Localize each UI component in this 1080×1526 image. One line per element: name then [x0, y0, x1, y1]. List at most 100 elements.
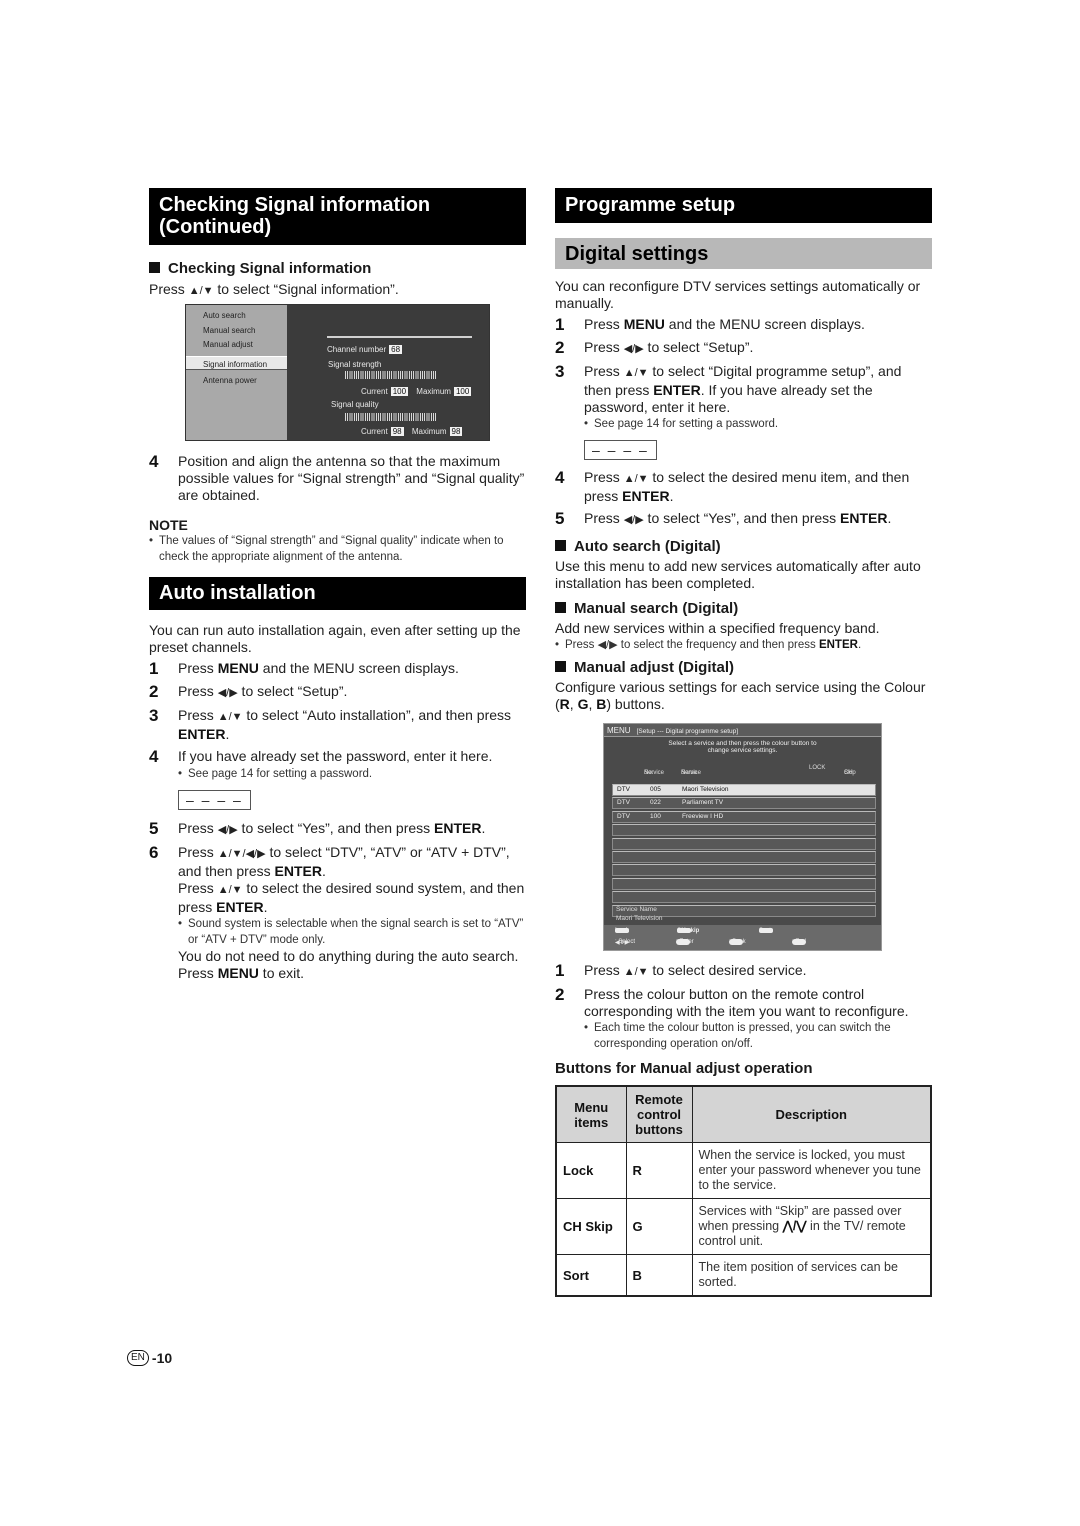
digital-step-3: 3 Press ▲/▼ to select “Digital programme…: [555, 362, 902, 416]
green-button-icon: [677, 928, 691, 933]
empty-service-row: [612, 891, 876, 904]
auto-search-digital-text: Use this menu to add new services automa…: [555, 558, 921, 591]
blue-button-icon: [759, 928, 773, 933]
digital-step-5: 5 Press ◀/▶ to select “Yes”, and then pr…: [555, 509, 892, 528]
up-down-arrow-icon: ▲/▼: [217, 711, 243, 723]
page-number: EN -10: [127, 1350, 172, 1366]
signal-strength-values: Current 100 Maximum 100: [361, 387, 472, 396]
square-bullet-icon: [555, 540, 566, 551]
menu-item-manual-search[interactable]: Manual search: [186, 323, 287, 338]
auto-installation-intro: You can run auto installation again, eve…: [149, 622, 521, 655]
signal-quality-label: Signal quality: [331, 400, 379, 409]
digital-programme-setup-screen: MENU [Setup --- Digital programme setup] …: [603, 723, 882, 951]
osd-header: MENU [Setup --- Digital programme setup]: [604, 724, 881, 737]
table-row: CH Skip G Services with “Skip” are passe…: [555, 1198, 932, 1255]
red-lock-key[interactable]: Lock: [615, 928, 629, 934]
auto-step-6-tail: You do not need to do anything during th…: [178, 948, 519, 981]
auto-step-4-bullet: • See page 14 for setting a password.: [178, 768, 373, 780]
manual-search-bullet: • Press ◀/▶ to select the frequency and t…: [555, 639, 862, 651]
red-button-icon: [615, 928, 629, 933]
signal-quality-bar: [345, 413, 437, 421]
auto-step-6-bullet: • Sound system is selectable when the sig…: [178, 918, 524, 946]
menu-item-signal-information[interactable]: Signal information: [186, 355, 287, 370]
auto-installation-banner: Auto installation: [149, 577, 526, 610]
menu-item-cell: Sort: [555, 1254, 627, 1297]
digital-step-4: 4 Press ▲/▼ to select the desired menu i…: [555, 468, 910, 505]
menu-item-manual-adjust[interactable]: Manual adjust: [186, 337, 287, 352]
adjust-step-1: 1 Press ▲/▼ to select desired service.: [555, 961, 807, 980]
service-list: DTV 005 Maori Television DTV 022 Parliam…: [612, 784, 876, 918]
password-field[interactable]: – – – –: [584, 440, 657, 460]
description-cell: The item position of services can be sor…: [691, 1254, 932, 1297]
description-cell: When the service is locked, you must ent…: [691, 1142, 932, 1199]
note-bullet: • The values of “Signal strength” and “Si…: [149, 535, 504, 563]
note-label: NOTE: [149, 517, 188, 533]
manual-adjust-buttons-table: Menu items Remote control buttons Descri…: [555, 1085, 932, 1297]
empty-service-row: [612, 877, 876, 890]
empty-service-row: [612, 850, 876, 863]
auto-step-5: 5 Press ◀/▶ to select “Yes”, and then pr…: [149, 819, 486, 838]
menu-item-antenna-power[interactable]: Antenna power: [186, 373, 287, 388]
empty-service-row: [612, 837, 876, 850]
breadcrumb: [Setup --- Digital programme setup]: [636, 728, 739, 735]
empty-service-row: [612, 824, 876, 837]
left-right-arrow-icon: ◀/▶: [623, 514, 644, 526]
col-menu-items: Menu items: [555, 1085, 627, 1143]
service-row[interactable]: DTV 100 Freeview I HD: [612, 810, 876, 823]
signal-info-instruction: Press ▲/▼ to select “Signal information”…: [149, 281, 399, 297]
blue-sort-key[interactable]: Sort: [759, 928, 773, 934]
manual-adjust-digital-head: Manual adjust (Digital): [555, 659, 932, 677]
digital-step-1: 1 Press MENU and the MENU screen display…: [555, 315, 865, 334]
digital-step-2: 2 Press ◀/▶ to select “Setup”.: [555, 338, 754, 357]
up-down-arrow-icon: ▲/▼: [217, 884, 243, 896]
table-row: Lock R When the service is locked, you m…: [555, 1142, 932, 1199]
channel-number: Channel number 68: [327, 345, 403, 354]
square-bullet-icon: [555, 602, 566, 613]
osd-footer: Lock CH skip Sort ◀⇕▶ : Select : Enter :…: [604, 925, 881, 950]
up-down-arrow-icon: ▲/▼: [188, 285, 214, 297]
up-down-arrow-icon: ▲/▼: [623, 367, 649, 379]
col-description: Description: [691, 1085, 932, 1143]
signal-info-banner: Checking Signal information (Continued): [149, 188, 526, 245]
signal-information-screen: Auto search Manual search Manual adjust …: [185, 304, 490, 441]
channel-up-down-icon: ⋀/⋁: [782, 1219, 807, 1233]
button-cell: B: [625, 1254, 693, 1297]
signal-info-subhead: Checking Signal information: [149, 260, 526, 278]
adjust-step-2-bullet: • Each time the colour button is pressed,…: [584, 1022, 891, 1050]
menu-item-auto-search[interactable]: Auto search: [186, 308, 287, 323]
osd-instruction: Select a service and then press the colo…: [668, 740, 817, 754]
description-cell: Services with “Skip” are passed over whe…: [691, 1198, 932, 1255]
auto-step-4: 4 If you have already set the password, …: [149, 747, 493, 766]
left-right-arrow-icon: ◀/▶: [217, 687, 238, 699]
programme-setup-banner: Programme setup: [555, 188, 932, 223]
auto-step-6: 6 Press ▲/▼/◀/▶ to select “DTV”, “ATV” o…: [149, 843, 525, 916]
digital-intro: You can reconfigure DTV services setting…: [555, 278, 921, 311]
setup-menu-list: Auto search Manual search Manual adjust …: [186, 305, 287, 440]
auto-search-digital-head: Auto search (Digital): [555, 538, 932, 556]
table-row: Sort B The item position of services can…: [555, 1254, 932, 1297]
button-cell: R: [625, 1142, 693, 1199]
green-chskip-key[interactable]: CH skip: [677, 928, 699, 934]
auto-step-1: 1 Press MENU and the MENU screen display…: [149, 659, 459, 678]
empty-service-row: [612, 864, 876, 877]
four-way-arrow-icon: ▲/▼/◀/▶: [217, 848, 266, 860]
auto-step-2: 2 Press ◀/▶ to select “Setup”.: [149, 682, 348, 701]
col-remote-buttons: Remote control buttons: [625, 1085, 693, 1143]
digital-step-3-bullet: • See page 14 for setting a password.: [584, 418, 779, 430]
manual-adjust-digital-text: Configure various settings for each serv…: [555, 679, 926, 712]
table-header-row: Menu items Remote control buttons Descri…: [555, 1085, 932, 1143]
signal-strength-label: Signal strength: [328, 360, 382, 369]
divider: [327, 336, 472, 338]
service-row[interactable]: DTV 022 Parliament TV: [612, 797, 876, 810]
osd-column-headers: Service No. Service Name LOCK CH Skip: [644, 765, 856, 776]
signal-step-4: 4 Position and align the antenna so that…: [149, 452, 525, 504]
left-right-arrow-icon: ◀/▶: [217, 824, 238, 836]
left-right-arrow-icon: ◀/▶: [597, 639, 618, 651]
signal-panel: Channel number 68 Signal strength Current…: [287, 305, 489, 440]
up-down-arrow-icon: ▲/▼: [623, 966, 649, 978]
service-row[interactable]: DTV 005 Maori Television: [612, 784, 876, 796]
language-badge: EN: [127, 1350, 149, 1366]
digital-settings-banner: Digital settings: [555, 238, 932, 269]
password-field[interactable]: – – – –: [178, 790, 251, 810]
square-bullet-icon: [555, 661, 566, 672]
